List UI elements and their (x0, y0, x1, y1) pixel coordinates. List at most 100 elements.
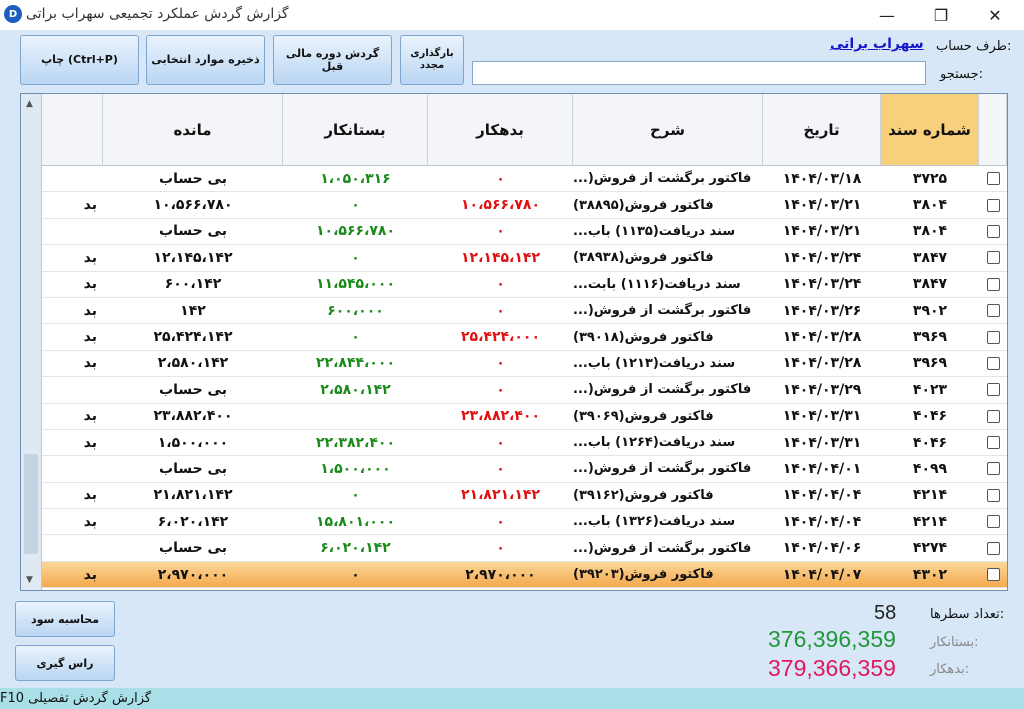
row-debit: ۲۵،۴۲۴،۰۰۰ (461, 329, 540, 346)
table-row[interactable]: بی حساب ۶،۰۲۰،۱۴۲ ۰ فاکتور برگشت از فروش(..… (42, 535, 1007, 562)
row-description: سند دریافت(۱۲۶۴) باب... (573, 435, 736, 451)
table-row[interactable]: بد ۲۳،۸۸۲،۴۰۰ ۲۳،۸۸۲،۴۰۰ فاکتور فروش(۳۹۰۶۹)… (42, 404, 1007, 430)
row-doc-number: ۴۰۹۹ (912, 460, 948, 477)
average-date-button[interactable]: راس گیری (15, 645, 115, 681)
row-debit: ۰ (496, 513, 505, 530)
row-doc-number: ۳۷۲۵ (912, 170, 948, 187)
table-row[interactable]: بد ۲،۵۸۰،۱۴۲ ۲۲،۸۴۴،۰۰۰ ۰ سند دریافت(۱۲۱۳) ب… (42, 351, 1007, 378)
row-flag: بد (83, 408, 97, 425)
row-credit: ۱۵،۸۰۱،۰۰۰ (316, 513, 395, 530)
row-debit: ۲۳،۸۸۲،۴۰۰ (461, 408, 540, 425)
print-button[interactable]: چاپ (Ctrl+P) (20, 35, 139, 85)
header-date[interactable]: تاریخ (763, 94, 881, 166)
debit-total-value: 379,366,359 (768, 655, 896, 681)
header-doc-number[interactable]: شماره سند (881, 94, 979, 166)
row-credit: ۲۲،۸۴۴،۰۰۰ (316, 355, 395, 372)
title-bar: D گزارش گردش عملکرد تجمیعی سهراب براتی —… (0, 0, 1024, 30)
row-date: ۱۴۰۴/۰۳/۲۴ (782, 249, 862, 266)
scroll-up-icon[interactable]: ▲ (26, 99, 33, 109)
row-checkbox[interactable] (986, 330, 1000, 344)
row-checkbox[interactable] (986, 462, 1000, 476)
table-row[interactable]: بد ۱،۵۰۰،۰۰۰ ۲۲،۳۸۲،۴۰۰ ۰ سند دریافت(۱۲۶۴) ب… (42, 430, 1007, 457)
row-date: ۱۴۰۴/۰۳/۲۶ (782, 302, 862, 319)
row-checkbox[interactable] (986, 568, 1000, 582)
row-balance: ۱،۵۰۰،۰۰۰ (157, 434, 229, 451)
row-flag (42, 166, 103, 191)
row-checkbox[interactable] (986, 383, 1000, 397)
row-doc-number: ۳۸۴۷ (912, 276, 948, 293)
account-label: طرف حساب: (936, 39, 1012, 54)
row-balance: ۲۱،۸۲۱،۱۴۲ (153, 487, 233, 504)
maximize-button[interactable]: ❐ (918, 0, 964, 30)
row-checkbox[interactable] (986, 251, 1000, 265)
window-title: گزارش گردش عملکرد تجمیعی سهراب براتی (26, 6, 289, 22)
row-doc-number: ۴۰۴۶ (912, 408, 948, 425)
row-flag: بد (83, 197, 97, 214)
table-row[interactable]: بد ۲،۹۷۰،۰۰۰ ۰ ۲،۹۷۰،۰۰۰ فاکتور فروش(۳۹۲۰۳) ۱… (42, 561, 1007, 589)
row-date: ۱۴۰۴/۰۳/۳۱ (782, 434, 862, 451)
row-checkbox[interactable] (986, 356, 1000, 370)
table-row[interactable]: بی حساب ۱،۵۰۰،۰۰۰ ۰ فاکتور برگشت از فروش(..… (42, 456, 1007, 483)
row-doc-number: ۳۸۰۴ (912, 197, 948, 214)
calculate-profit-button[interactable]: محاسبه سود (15, 601, 115, 637)
row-checkbox[interactable] (986, 541, 1000, 555)
vertical-scrollbar[interactable]: ▲ ▼ (21, 94, 42, 590)
header-select[interactable] (979, 94, 1007, 166)
save-selected-button[interactable]: ذخیره موارد انتخابی (146, 35, 265, 85)
credit-total-value: 376,396,359 (768, 626, 896, 652)
row-checkbox[interactable] (986, 172, 1000, 186)
table-row[interactable]: بی حساب ۱،۰۵۰،۳۱۶ ۰ فاکتور برگشت از فروش(..… (42, 166, 1007, 193)
row-checkbox[interactable] (986, 515, 1000, 529)
row-description: سند دریافت(۱۱۱۶) بابت... (573, 276, 741, 292)
table-row[interactable]: بی حساب ۲،۵۸۰،۱۴۲ ۰ فاکتور برگشت از فروش(..… (42, 377, 1007, 404)
row-description: سند دریافت(۱۲۱۳) باب... (573, 355, 736, 371)
header-debit[interactable]: بدهکار (428, 94, 573, 166)
reload-button[interactable]: بارگذاری مجدد (400, 35, 464, 85)
row-checkbox[interactable] (986, 304, 1000, 318)
table-row[interactable]: بد ۱۴۲ ۶۰۰،۰۰۰ ۰ فاکتور برگشت از فروش(... ۱۴۰… (42, 298, 1007, 325)
row-select-cell (979, 535, 1007, 560)
row-credit: ۶۰۰،۰۰۰ (327, 302, 384, 319)
table-row[interactable]: بد ۶،۰۲۰،۱۴۲ ۱۵،۸۰۱،۰۰۰ ۰ سند دریافت(۱۳۲۶) ب… (42, 509, 1007, 536)
row-checkbox[interactable] (986, 224, 1000, 238)
row-checkbox[interactable] (986, 198, 1000, 212)
row-credit (283, 404, 428, 429)
scroll-down-icon[interactable]: ▼ (26, 575, 33, 585)
row-balance: بی حساب (159, 381, 227, 398)
row-flag: بد (83, 249, 97, 266)
table-row[interactable]: بی حساب ۱۰،۵۶۶،۷۸۰ ۰ سند دریافت(۱۱۳۵) باب..… (42, 219, 1007, 246)
account-link[interactable]: سهراب براتی (830, 36, 924, 52)
row-date: ۱۴۰۴/۰۴/۰۴ (782, 513, 862, 530)
search-input[interactable] (472, 61, 926, 85)
row-date: ۱۴۰۴/۰۴/۰۶ (782, 540, 862, 557)
header-description[interactable]: شرح (573, 94, 763, 166)
header-flag[interactable] (42, 94, 103, 166)
row-doc-number: ۳۹۶۹ (912, 355, 948, 372)
status-text: گزارش گردش تفصیلی F10 (0, 691, 152, 706)
minimize-button[interactable]: — (864, 0, 910, 30)
header-credit[interactable]: بستانکار (283, 94, 428, 166)
row-select-cell (979, 404, 1007, 429)
table-row[interactable]: بد ۲۱،۸۲۱،۱۴۲ ۰ ۲۱،۸۲۱،۱۴۲ فاکتور فروش(۳۹۱۶۲… (42, 483, 1007, 510)
row-balance: ۶،۰۲۰،۱۴۲ (157, 513, 229, 530)
row-checkbox[interactable] (986, 488, 1000, 502)
table-row[interactable]: بد ۱۰،۵۶۶،۷۸۰ ۰ ۱۰،۵۶۶،۷۸۰ فاکتور فروش(۳۸۸۹۵… (42, 192, 1007, 219)
close-button[interactable]: ✕ (972, 0, 1018, 30)
row-doc-number: ۳۸۰۴ (912, 223, 948, 240)
header-balance[interactable]: مانده (103, 94, 283, 166)
row-balance: ۲،۹۷۰،۰۰۰ (157, 566, 229, 583)
scrollbar-thumb[interactable] (24, 454, 38, 554)
row-balance: ۱۰،۵۶۶،۷۸۰ (153, 197, 233, 214)
row-checkbox[interactable] (986, 436, 1000, 450)
table-row[interactable]: بد ۲۵،۴۲۴،۱۴۲ ۰ ۲۵،۴۲۴،۰۰۰ فاکتور فروش(۳۹۰۱۸… (42, 324, 1007, 351)
row-select-cell (979, 430, 1007, 455)
table-row[interactable]: بد ۱۲،۱۴۵،۱۴۲ ۰ ۱۲،۱۴۵،۱۴۲ فاکتور فروش(۳۸۹۳۸… (42, 245, 1007, 272)
row-doc-number: ۴۳۰۲ (912, 566, 948, 583)
previous-period-button[interactable]: گردش دوره مالی قبل (273, 35, 392, 85)
table-row[interactable]: بد ۶۰۰،۱۴۲ ۱۱،۵۴۵،۰۰۰ ۰ سند دریافت(۱۱۱۶) باب… (42, 272, 1007, 298)
row-checkbox[interactable] (986, 409, 1000, 423)
row-debit: ۰ (496, 170, 505, 187)
search-label: جستجو: (940, 67, 984, 82)
row-credit: ۱۰،۵۶۶،۷۸۰ (316, 223, 395, 240)
row-checkbox[interactable] (986, 277, 1000, 291)
